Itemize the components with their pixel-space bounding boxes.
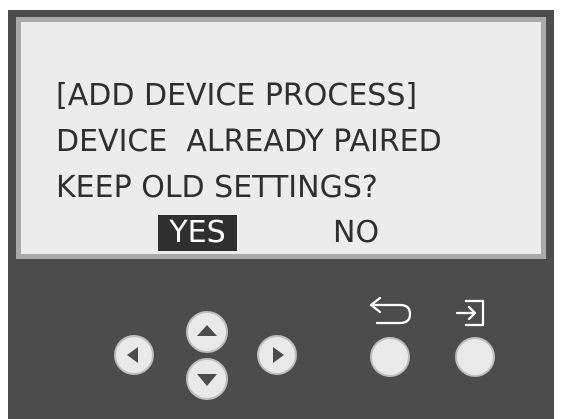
up-button[interactable] [186,311,228,353]
enter-button[interactable] [455,337,495,377]
lcd-screen: [ADD DEVICE PROCESS] DEVICE ALREADY PAIR… [21,22,541,254]
enter-icon [455,299,485,327]
yes-option[interactable]: YES [158,215,237,251]
screen-title: [ADD DEVICE PROCESS] [56,78,418,113]
screen-question: KEEP OLD SETTINGS? [56,170,378,205]
return-arrow-icon [369,297,412,325]
back-button[interactable] [370,337,410,377]
left-button[interactable] [114,335,154,375]
triangle-down-icon [197,374,217,386]
no-option[interactable]: NO [333,215,379,251]
triangle-right-icon [273,347,284,363]
down-button[interactable] [186,358,228,400]
device: [ADD DEVICE PROCESS] DEVICE ALREADY PAIR… [0,0,562,419]
triangle-left-icon [127,347,138,363]
screen-message: DEVICE ALREADY PAIRED [56,124,442,159]
triangle-up-icon [197,325,217,336]
right-button[interactable] [257,335,297,375]
